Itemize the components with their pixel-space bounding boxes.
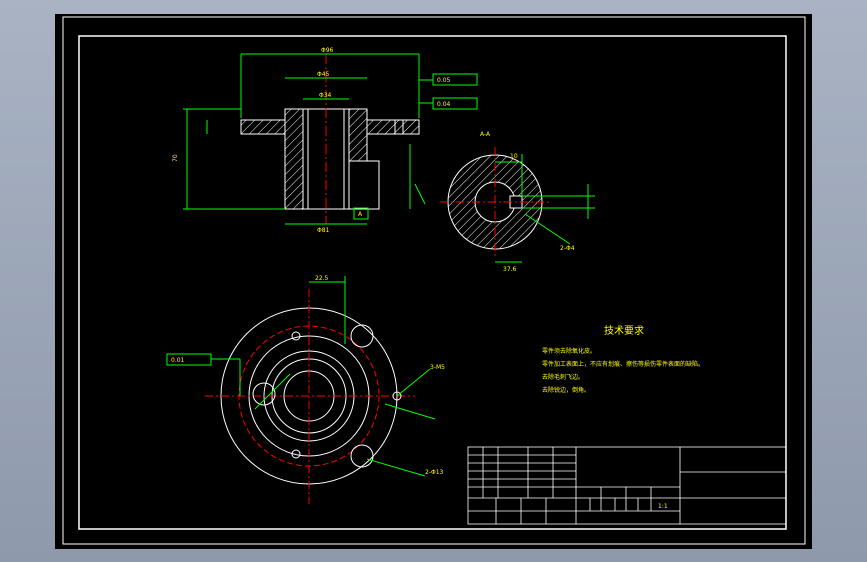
note-3: 去除毛刺飞边。 [542,373,584,381]
svg-text:3-M5: 3-M5 [430,364,445,371]
svg-text:A-A: A-A [480,131,491,138]
svg-text:Φ45: Φ45 [317,71,330,78]
note-2: 零件加工表面上，不应有划痕、擦伤等损伤零件表面的缺陷。 [542,360,704,368]
svg-text:22.5: 22.5 [315,275,329,282]
title-block [467,446,787,525]
svg-text:0.04: 0.04 [437,101,451,108]
scale-value: 1:1 [658,503,668,510]
section-a-a: 10 37.6 2-Φ4 A-A [440,131,595,273]
cad-drawing: Φ96 Φ45 Φ34 Φ81 70 0.05 0.04 A 10 37.6 2… [62,16,806,545]
note-1: 零件须去除氧化皮。 [542,347,596,355]
svg-text:A: A [358,211,363,218]
svg-text:2-Φ13: 2-Φ13 [425,469,444,476]
front-section-view: Φ96 Φ45 Φ34 Φ81 70 0.05 0.04 A [172,47,478,234]
top-view: 22.5 3-M5 2-Φ13 0.01 [166,275,445,504]
note-4: 去除锐边，倒角。 [542,386,590,394]
tech-title: 技术要求 [604,324,644,337]
svg-text:0.05: 0.05 [437,77,451,84]
technical-requirements: 技术要求 零件须去除氧化皮。 零件加工表面上，不应有划痕、擦伤等损伤零件表面的缺… [542,324,704,394]
svg-text:Φ81: Φ81 [317,227,330,234]
svg-text:0.01: 0.01 [171,357,185,364]
svg-text:70: 70 [172,154,179,162]
svg-text:10: 10 [510,153,518,160]
outer-frame [62,16,806,545]
svg-text:37.6: 37.6 [503,266,517,273]
svg-text:Φ96: Φ96 [321,47,334,54]
drawing-canvas: Φ96 Φ45 Φ34 Φ81 70 0.05 0.04 A 10 37.6 2… [55,14,812,549]
svg-text:Φ34: Φ34 [319,92,332,99]
svg-text:2-Φ4: 2-Φ4 [560,245,575,252]
